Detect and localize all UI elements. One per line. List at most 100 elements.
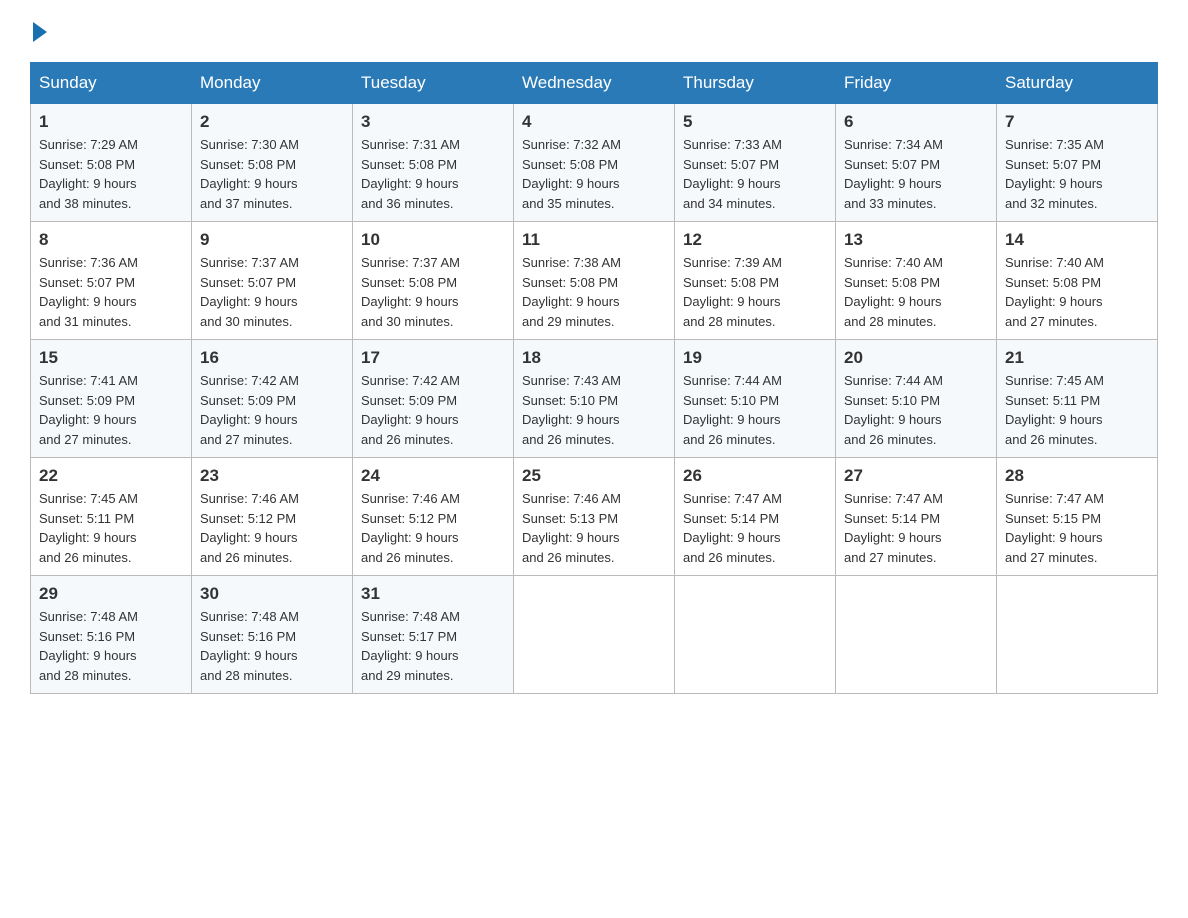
column-header-tuesday: Tuesday bbox=[353, 63, 514, 104]
day-info: Sunrise: 7:41 AMSunset: 5:09 PMDaylight:… bbox=[39, 373, 138, 447]
day-number: 22 bbox=[39, 466, 183, 486]
day-info: Sunrise: 7:37 AMSunset: 5:08 PMDaylight:… bbox=[361, 255, 460, 329]
calendar-cell: 27 Sunrise: 7:47 AMSunset: 5:14 PMDayligh… bbox=[836, 458, 997, 576]
calendar-week-row: 1 Sunrise: 7:29 AMSunset: 5:08 PMDaylight… bbox=[31, 104, 1158, 222]
calendar-cell: 9 Sunrise: 7:37 AMSunset: 5:07 PMDaylight… bbox=[192, 222, 353, 340]
calendar-cell: 20 Sunrise: 7:44 AMSunset: 5:10 PMDayligh… bbox=[836, 340, 997, 458]
day-info: Sunrise: 7:39 AMSunset: 5:08 PMDaylight:… bbox=[683, 255, 782, 329]
logo bbox=[30, 20, 49, 42]
calendar-cell: 21 Sunrise: 7:45 AMSunset: 5:11 PMDayligh… bbox=[997, 340, 1158, 458]
calendar-week-row: 15 Sunrise: 7:41 AMSunset: 5:09 PMDayligh… bbox=[31, 340, 1158, 458]
calendar-week-row: 8 Sunrise: 7:36 AMSunset: 5:07 PMDaylight… bbox=[31, 222, 1158, 340]
day-number: 13 bbox=[844, 230, 988, 250]
calendar-cell: 22 Sunrise: 7:45 AMSunset: 5:11 PMDayligh… bbox=[31, 458, 192, 576]
calendar-cell: 31 Sunrise: 7:48 AMSunset: 5:17 PMDayligh… bbox=[353, 576, 514, 694]
day-info: Sunrise: 7:47 AMSunset: 5:14 PMDaylight:… bbox=[844, 491, 943, 565]
day-number: 3 bbox=[361, 112, 505, 132]
calendar-cell: 18Sunrise: 7:43 AMSunset: 5:10 PMDayligh… bbox=[514, 340, 675, 458]
day-info: Sunrise: 7:29 AMSunset: 5:08 PMDaylight:… bbox=[39, 137, 138, 211]
calendar-table: SundayMondayTuesdayWednesdayThursdayFrid… bbox=[30, 62, 1158, 694]
day-number: 14 bbox=[1005, 230, 1149, 250]
day-number: 26 bbox=[683, 466, 827, 486]
column-header-wednesday: Wednesday bbox=[514, 63, 675, 104]
logo-arrow-icon bbox=[33, 22, 47, 42]
day-info: Sunrise: 7:37 AMSunset: 5:07 PMDaylight:… bbox=[200, 255, 299, 329]
day-number: 2 bbox=[200, 112, 344, 132]
day-number: 30 bbox=[200, 584, 344, 604]
day-number: 16 bbox=[200, 348, 344, 368]
day-info: Sunrise: 7:44 AMSunset: 5:10 PMDaylight:… bbox=[844, 373, 943, 447]
day-info: Sunrise: 7:30 AMSunset: 5:08 PMDaylight:… bbox=[200, 137, 299, 211]
empty-cell bbox=[675, 576, 836, 694]
calendar-cell: 7 Sunrise: 7:35 AMSunset: 5:07 PMDaylight… bbox=[997, 104, 1158, 222]
day-info: Sunrise: 7:46 AMSunset: 5:12 PMDaylight:… bbox=[200, 491, 299, 565]
day-number: 21 bbox=[1005, 348, 1149, 368]
calendar-cell: 19 Sunrise: 7:44 AMSunset: 5:10 PMDayligh… bbox=[675, 340, 836, 458]
day-number: 1 bbox=[39, 112, 183, 132]
day-info: Sunrise: 7:31 AMSunset: 5:08 PMDaylight:… bbox=[361, 137, 460, 211]
day-number: 5 bbox=[683, 112, 827, 132]
day-number: 6 bbox=[844, 112, 988, 132]
day-info: Sunrise: 7:42 AMSunset: 5:09 PMDaylight:… bbox=[200, 373, 299, 447]
day-info: Sunrise: 7:34 AMSunset: 5:07 PMDaylight:… bbox=[844, 137, 943, 211]
day-number: 15 bbox=[39, 348, 183, 368]
calendar-cell: 28Sunrise: 7:47 AMSunset: 5:15 PMDayligh… bbox=[997, 458, 1158, 576]
day-info: Sunrise: 7:46 AMSunset: 5:13 PMDaylight:… bbox=[522, 491, 621, 565]
calendar-cell: 6 Sunrise: 7:34 AMSunset: 5:07 PMDaylight… bbox=[836, 104, 997, 222]
day-number: 12 bbox=[683, 230, 827, 250]
day-info: Sunrise: 7:48 AMSunset: 5:16 PMDaylight:… bbox=[39, 609, 138, 683]
column-header-friday: Friday bbox=[836, 63, 997, 104]
calendar-cell: 15 Sunrise: 7:41 AMSunset: 5:09 PMDayligh… bbox=[31, 340, 192, 458]
calendar-cell: 11 Sunrise: 7:38 AMSunset: 5:08 PMDayligh… bbox=[514, 222, 675, 340]
day-number: 25 bbox=[522, 466, 666, 486]
day-number: 10 bbox=[361, 230, 505, 250]
day-info: Sunrise: 7:40 AMSunset: 5:08 PMDaylight:… bbox=[844, 255, 943, 329]
day-number: 19 bbox=[683, 348, 827, 368]
day-info: Sunrise: 7:38 AMSunset: 5:08 PMDaylight:… bbox=[522, 255, 621, 329]
calendar-cell: 24 Sunrise: 7:46 AMSunset: 5:12 PMDayligh… bbox=[353, 458, 514, 576]
calendar-week-row: 22 Sunrise: 7:45 AMSunset: 5:11 PMDayligh… bbox=[31, 458, 1158, 576]
day-number: 28 bbox=[1005, 466, 1149, 486]
day-info: Sunrise: 7:44 AMSunset: 5:10 PMDaylight:… bbox=[683, 373, 782, 447]
calendar-cell: 25 Sunrise: 7:46 AMSunset: 5:13 PMDayligh… bbox=[514, 458, 675, 576]
calendar-cell: 14 Sunrise: 7:40 AMSunset: 5:08 PMDayligh… bbox=[997, 222, 1158, 340]
day-info: Sunrise: 7:33 AMSunset: 5:07 PMDaylight:… bbox=[683, 137, 782, 211]
day-info: Sunrise: 7:48 AMSunset: 5:16 PMDaylight:… bbox=[200, 609, 299, 683]
calendar-cell: 10 Sunrise: 7:37 AMSunset: 5:08 PMDayligh… bbox=[353, 222, 514, 340]
day-number: 27 bbox=[844, 466, 988, 486]
day-number: 8 bbox=[39, 230, 183, 250]
calendar-cell: 4Sunrise: 7:32 AMSunset: 5:08 PMDaylight… bbox=[514, 104, 675, 222]
day-info: Sunrise: 7:48 AMSunset: 5:17 PMDaylight:… bbox=[361, 609, 460, 683]
day-number: 7 bbox=[1005, 112, 1149, 132]
calendar-cell: 8 Sunrise: 7:36 AMSunset: 5:07 PMDaylight… bbox=[31, 222, 192, 340]
day-number: 11 bbox=[522, 230, 666, 250]
empty-cell bbox=[514, 576, 675, 694]
column-header-saturday: Saturday bbox=[997, 63, 1158, 104]
column-header-sunday: Sunday bbox=[31, 63, 192, 104]
calendar-cell: 17Sunrise: 7:42 AMSunset: 5:09 PMDayligh… bbox=[353, 340, 514, 458]
day-number: 20 bbox=[844, 348, 988, 368]
calendar-cell: 26Sunrise: 7:47 AMSunset: 5:14 PMDayligh… bbox=[675, 458, 836, 576]
day-info: Sunrise: 7:45 AMSunset: 5:11 PMDaylight:… bbox=[1005, 373, 1104, 447]
day-number: 9 bbox=[200, 230, 344, 250]
day-info: Sunrise: 7:40 AMSunset: 5:08 PMDaylight:… bbox=[1005, 255, 1104, 329]
calendar-cell: 29Sunrise: 7:48 AMSunset: 5:16 PMDayligh… bbox=[31, 576, 192, 694]
day-info: Sunrise: 7:35 AMSunset: 5:07 PMDaylight:… bbox=[1005, 137, 1104, 211]
calendar-week-row: 29Sunrise: 7:48 AMSunset: 5:16 PMDayligh… bbox=[31, 576, 1158, 694]
calendar-cell: 2 Sunrise: 7:30 AMSunset: 5:08 PMDaylight… bbox=[192, 104, 353, 222]
calendar-cell: 12 Sunrise: 7:39 AMSunset: 5:08 PMDayligh… bbox=[675, 222, 836, 340]
day-info: Sunrise: 7:46 AMSunset: 5:12 PMDaylight:… bbox=[361, 491, 460, 565]
day-info: Sunrise: 7:45 AMSunset: 5:11 PMDaylight:… bbox=[39, 491, 138, 565]
day-number: 31 bbox=[361, 584, 505, 604]
page-header bbox=[30, 20, 1158, 42]
calendar-cell: 5 Sunrise: 7:33 AMSunset: 5:07 PMDaylight… bbox=[675, 104, 836, 222]
day-number: 18 bbox=[522, 348, 666, 368]
day-info: Sunrise: 7:36 AMSunset: 5:07 PMDaylight:… bbox=[39, 255, 138, 329]
day-number: 23 bbox=[200, 466, 344, 486]
day-number: 24 bbox=[361, 466, 505, 486]
day-number: 4 bbox=[522, 112, 666, 132]
empty-cell bbox=[836, 576, 997, 694]
day-info: Sunrise: 7:42 AMSunset: 5:09 PMDaylight:… bbox=[361, 373, 460, 447]
calendar-cell: 23 Sunrise: 7:46 AMSunset: 5:12 PMDayligh… bbox=[192, 458, 353, 576]
calendar-header-row: SundayMondayTuesdayWednesdayThursdayFrid… bbox=[31, 63, 1158, 104]
